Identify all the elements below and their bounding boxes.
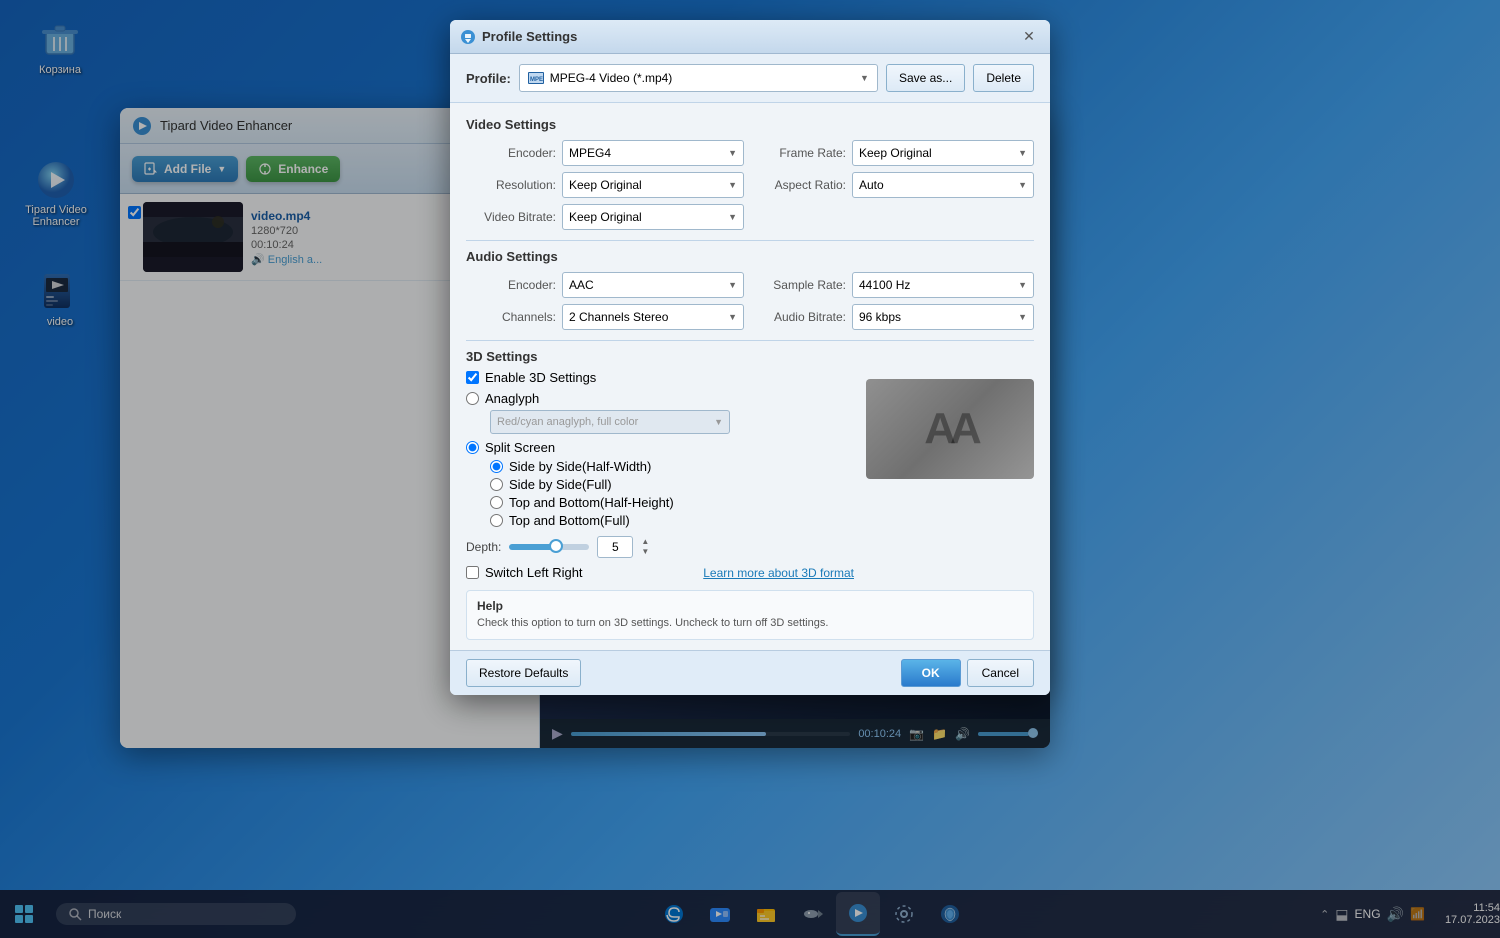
audio-bitrate-row: Audio Bitrate: 96 kbps ▼	[756, 304, 1034, 330]
encoder-select[interactable]: MPEG4 ▼	[562, 140, 744, 166]
framerate-label: Frame Rate:	[756, 146, 846, 160]
encoder-row: Encoder: MPEG4 ▼	[466, 140, 744, 166]
video-audio-divider	[466, 240, 1034, 241]
resolution-row: Resolution: Keep Original ▼	[466, 172, 744, 198]
audio-bitrate-label: Audio Bitrate:	[756, 310, 846, 324]
video-bitrate-label: Video Bitrate:	[466, 210, 556, 224]
depth-row: Depth: 5 ▲ ▼	[466, 536, 854, 558]
sample-rate-select[interactable]: 44100 Hz ▼	[852, 272, 1034, 298]
split-screen-radio[interactable]	[466, 441, 479, 454]
side-by-side-half-row: Side by Side(Half-Width)	[490, 459, 854, 474]
dialog-body: Video Settings Encoder: MPEG4 ▼ Frame Ra…	[450, 103, 1050, 650]
3d-settings-area: 3D Settings Enable 3D Settings Anaglyph …	[466, 349, 1034, 580]
dialog-profile-row: Profile: MPEG MPEG-4 Video (*.mp4) ▼ Sav…	[450, 54, 1050, 103]
top-bottom-half-row: Top and Bottom(Half-Height)	[490, 495, 854, 510]
cancel-button[interactable]: Cancel	[967, 659, 1034, 687]
video-bitrate-select[interactable]: Keep Original ▼	[562, 204, 744, 230]
side-by-side-full-row: Side by Side(Full)	[490, 477, 854, 492]
video-settings-title: Video Settings	[466, 117, 1034, 132]
channels-row: Channels: 2 Channels Stereo ▼	[466, 304, 744, 330]
switch-lr-area: Switch Left Right Learn more about 3D fo…	[466, 564, 854, 580]
dialog-footer: Restore Defaults OK Cancel	[450, 650, 1050, 695]
top-bottom-full-label: Top and Bottom(Full)	[509, 513, 630, 528]
depth-slider[interactable]	[509, 544, 589, 550]
video-settings-grid: Encoder: MPEG4 ▼ Frame Rate: Keep Origin…	[466, 140, 1034, 230]
profile-select-value: MPEG-4 Video (*.mp4)	[550, 71, 673, 85]
audio-encoder-row: Encoder: AAC ▼	[466, 272, 744, 298]
video-bitrate-row: Video Bitrate: Keep Original ▼	[466, 204, 744, 230]
learn-more-link[interactable]: Learn more about 3D format	[703, 566, 854, 580]
anaglyph-select[interactable]: Red/cyan anaglyph, full color ▼	[490, 410, 730, 434]
anaglyph-row: Anaglyph	[466, 391, 854, 406]
help-title: Help	[477, 599, 1023, 613]
framerate-select[interactable]: Keep Original ▼	[852, 140, 1034, 166]
depth-up-button[interactable]: ▲	[641, 537, 649, 547]
side-by-side-half-radio[interactable]	[490, 460, 503, 473]
aspect-ratio-label: Aspect Ratio:	[756, 178, 846, 192]
desktop: Корзина Tipard Video Enhancer	[0, 0, 1500, 938]
dialog-profile-label: Profile:	[466, 71, 511, 86]
top-bottom-half-radio[interactable]	[490, 496, 503, 509]
switch-left-right-checkbox[interactable]	[466, 566, 479, 579]
audio-encoder-select[interactable]: AAC ▼	[562, 272, 744, 298]
profile-dropdown-arrow: ▼	[860, 73, 869, 83]
resolution-select[interactable]: Keep Original ▼	[562, 172, 744, 198]
enable-3d-label: Enable 3D Settings	[485, 370, 596, 385]
aa-preview-area: AA	[866, 349, 1034, 580]
side-by-side-full-label: Side by Side(Full)	[509, 477, 612, 492]
profile-settings-dialog: Profile Settings ✕ Profile: MPEG MPEG-4 …	[450, 20, 1050, 695]
depth-down-button[interactable]: ▼	[641, 547, 649, 557]
save-as-button[interactable]: Save as...	[886, 64, 965, 92]
switch-left-right-row: Switch Left Right	[466, 565, 583, 580]
ok-button[interactable]: OK	[901, 659, 961, 687]
audio-encoder-label: Encoder:	[466, 278, 556, 292]
depth-label: Depth:	[466, 540, 501, 554]
svg-text:MPEG: MPEG	[530, 77, 544, 83]
footer-buttons: OK Cancel	[901, 659, 1034, 687]
sample-rate-row: Sample Rate: 44100 Hz ▼	[756, 272, 1034, 298]
depth-value: 5	[597, 536, 633, 558]
audio-3d-divider	[466, 340, 1034, 341]
audio-settings-grid: Encoder: AAC ▼ Sample Rate: 44100 Hz ▼	[466, 272, 1034, 330]
anaglyph-label: Anaglyph	[485, 391, 539, 406]
help-section: Help Check this option to turn on 3D set…	[466, 590, 1034, 640]
3d-settings-left: 3D Settings Enable 3D Settings Anaglyph …	[466, 349, 854, 580]
depth-thumb	[549, 539, 563, 553]
split-screen-row: Split Screen	[466, 440, 854, 455]
dialog-title: Profile Settings	[460, 29, 577, 45]
split-screen-label: Split Screen	[485, 440, 555, 455]
dialog-overlay: Profile Settings ✕ Profile: MPEG MPEG-4 …	[0, 0, 1500, 938]
framerate-row: Frame Rate: Keep Original ▼	[756, 140, 1034, 166]
dialog-icon	[460, 29, 476, 45]
audio-bitrate-select[interactable]: 96 kbps ▼	[852, 304, 1034, 330]
anaglyph-radio[interactable]	[466, 392, 479, 405]
switch-left-right-label: Switch Left Right	[485, 565, 583, 580]
aspect-ratio-select[interactable]: Auto ▼	[852, 172, 1034, 198]
aspect-ratio-row: Aspect Ratio: Auto ▼	[756, 172, 1034, 198]
channels-label: Channels:	[466, 310, 556, 324]
audio-settings-title: Audio Settings	[466, 249, 1034, 264]
channels-select[interactable]: 2 Channels Stereo ▼	[562, 304, 744, 330]
resolution-label: Resolution:	[466, 178, 556, 192]
top-bottom-full-radio[interactable]	[490, 514, 503, 527]
aa-text: AA	[924, 404, 976, 454]
aa-preview-box: AA	[866, 379, 1034, 479]
side-by-side-half-label: Side by Side(Half-Width)	[509, 459, 651, 474]
3d-settings-title: 3D Settings	[466, 349, 854, 364]
delete-button[interactable]: Delete	[973, 64, 1034, 92]
sample-rate-label: Sample Rate:	[756, 278, 846, 292]
enable-3d-checkbox[interactable]	[466, 371, 479, 384]
enable-3d-row: Enable 3D Settings	[466, 370, 854, 385]
dialog-titlebar: Profile Settings ✕	[450, 20, 1050, 54]
depth-spinners: ▲ ▼	[641, 537, 649, 557]
dialog-close-button[interactable]: ✕	[1018, 26, 1040, 48]
side-by-side-full-radio[interactable]	[490, 478, 503, 491]
restore-defaults-button[interactable]: Restore Defaults	[466, 659, 581, 687]
help-text: Check this option to turn on 3D settings…	[477, 616, 1023, 631]
profile-format-icon: MPEG	[528, 72, 544, 84]
dialog-profile-select[interactable]: MPEG MPEG-4 Video (*.mp4) ▼	[519, 64, 878, 92]
top-bottom-full-row: Top and Bottom(Full)	[490, 513, 854, 528]
top-bottom-half-label: Top and Bottom(Half-Height)	[509, 495, 674, 510]
encoder-label: Encoder:	[466, 146, 556, 160]
